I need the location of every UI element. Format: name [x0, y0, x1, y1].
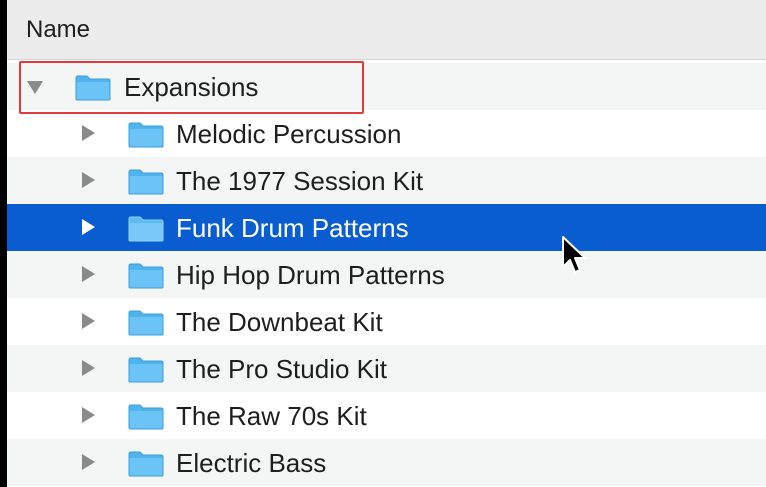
- tree-row-child[interactable]: Melodic Percussion: [7, 110, 766, 157]
- disclosure-triangle-collapsed-icon[interactable]: [82, 172, 95, 188]
- tree-row-child[interactable]: The Pro Studio Kit: [7, 345, 766, 392]
- folder-icon: [128, 263, 164, 289]
- tree-row-expansions[interactable]: Expansions: [7, 63, 766, 110]
- disclosure-triangle-expanded-icon[interactable]: [27, 81, 43, 94]
- folder-icon: [128, 451, 164, 477]
- disclosure-triangle-collapsed-icon[interactable]: [82, 313, 95, 329]
- disclosure-triangle-collapsed-icon[interactable]: [82, 125, 95, 141]
- disclosure-triangle-collapsed-icon[interactable]: [82, 407, 95, 423]
- tree-row-child-selected[interactable]: Funk Drum Patterns: [7, 204, 766, 251]
- tree-row-label: The 1977 Session Kit: [176, 166, 424, 196]
- file-browser-window: Name Expansions Melodic Percussion The 1…: [7, 0, 766, 487]
- tree-row-label: Funk Drum Patterns: [176, 213, 409, 243]
- tree-row-label: Melodic Percussion: [176, 119, 402, 149]
- tree-row-child[interactable]: Electric Bass: [7, 439, 766, 486]
- tree-row-label: The Pro Studio Kit: [176, 354, 387, 384]
- tree-row-label: The Raw 70s Kit: [176, 401, 367, 431]
- tree-row-child[interactable]: The Downbeat Kit: [7, 298, 766, 345]
- mouse-pointer-icon: [562, 236, 586, 273]
- tree-row-child[interactable]: The Raw 70s Kit: [7, 392, 766, 439]
- tree-row-label: The Downbeat Kit: [176, 307, 383, 337]
- disclosure-triangle-collapsed-icon[interactable]: [82, 219, 95, 235]
- folder-icon: [75, 75, 111, 101]
- tree-row-label: Electric Bass: [176, 448, 327, 478]
- folder-icon: [128, 310, 164, 336]
- column-header-label: Name: [26, 16, 91, 43]
- folder-icon: [128, 122, 164, 148]
- tree-row-label: Hip Hop Drum Patterns: [176, 260, 445, 290]
- folder-icon: [128, 216, 164, 242]
- disclosure-triangle-collapsed-icon[interactable]: [82, 454, 95, 470]
- folder-icon: [128, 404, 164, 430]
- tree-row-child[interactable]: The 1977 Session Kit: [7, 157, 766, 204]
- tree-row-child[interactable]: Hip Hop Drum Patterns: [7, 251, 766, 298]
- folder-icon: [128, 169, 164, 195]
- disclosure-triangle-collapsed-icon[interactable]: [82, 266, 95, 282]
- column-header-name[interactable]: Name: [7, 0, 766, 60]
- disclosure-triangle-collapsed-icon[interactable]: [82, 360, 95, 376]
- tree-row-label: Expansions: [124, 72, 259, 102]
- folder-icon: [128, 357, 164, 383]
